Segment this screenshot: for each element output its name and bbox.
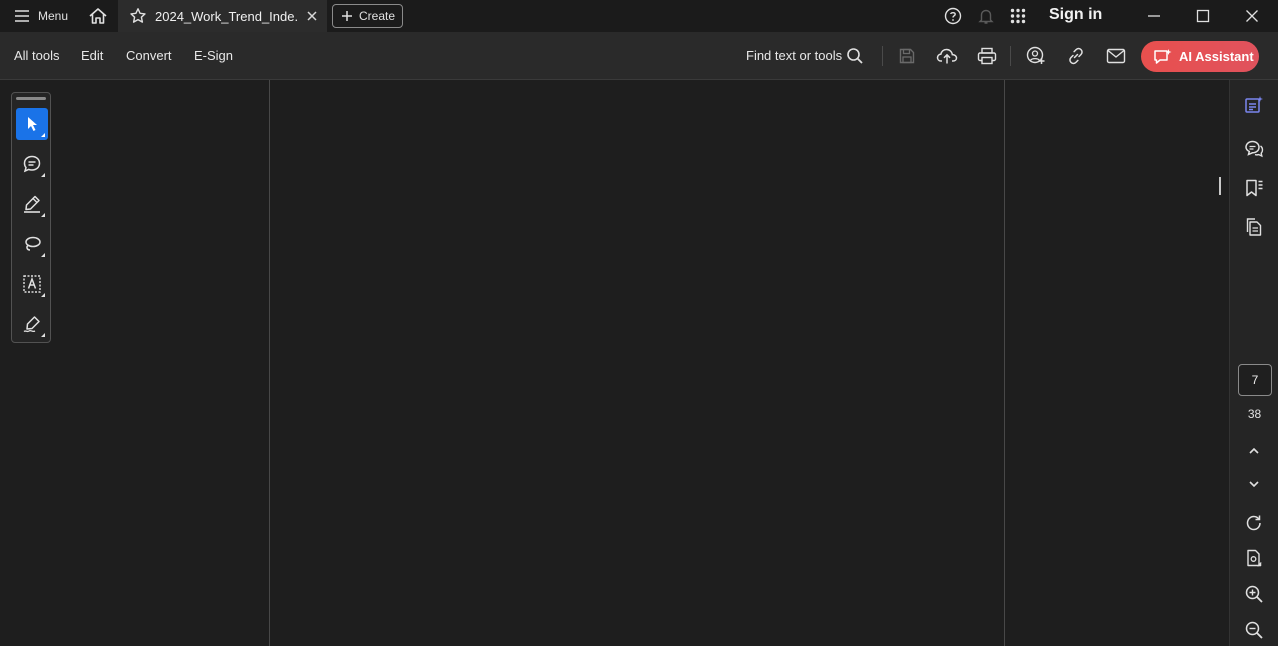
title-bar: Menu 2024_Work_Trend_Inde... Create Sign…: [0, 0, 1278, 32]
page-right-edge: [1004, 80, 1005, 646]
palette-drag-handle[interactable]: [16, 97, 46, 100]
sign-tool-button[interactable]: [16, 308, 48, 340]
bell-icon[interactable]: [976, 6, 996, 26]
hamburger-icon: [14, 9, 30, 23]
comment-icon: [22, 154, 42, 174]
menu-label: Menu: [38, 9, 69, 23]
ai-assistant-label: AI Assistant: [1179, 49, 1254, 64]
tab-title: 2024_Work_Trend_Inde...: [155, 8, 297, 24]
share-user-icon[interactable]: [1025, 45, 1047, 67]
page-number-input[interactable]: 7: [1238, 364, 1272, 396]
mail-icon[interactable]: [1105, 45, 1127, 67]
lasso-icon: [22, 234, 42, 254]
esign-menu[interactable]: E-Sign: [194, 48, 233, 63]
ai-sparkle-icon: [1153, 48, 1173, 66]
window-close-icon[interactable]: [1242, 6, 1262, 26]
toolbar-divider: [882, 46, 883, 66]
lasso-tool-button[interactable]: [16, 228, 48, 260]
bookmarks-icon[interactable]: [1243, 177, 1265, 199]
page-settings-icon[interactable]: [1243, 547, 1265, 569]
right-rail: 7 38: [1229, 80, 1278, 646]
ai-assistant-button[interactable]: AI Assistant: [1141, 41, 1259, 72]
comments-panel-icon[interactable]: [1243, 138, 1265, 160]
help-icon[interactable]: [943, 6, 963, 26]
all-tools-menu[interactable]: All tools: [14, 48, 60, 63]
highlight-pen-icon: [22, 194, 42, 214]
highlight-tool-button[interactable]: [16, 188, 48, 220]
page-total: 38: [1247, 407, 1262, 421]
document-viewport[interactable]: [0, 80, 1229, 646]
sign-in-button[interactable]: Sign in: [1049, 6, 1102, 24]
chevron-up-icon[interactable]: [1243, 440, 1265, 462]
zoom-out-icon[interactable]: [1243, 619, 1265, 641]
minimize-icon[interactable]: [1144, 6, 1164, 26]
pages-icon[interactable]: [1243, 216, 1265, 238]
print-icon[interactable]: [976, 45, 998, 67]
save-icon[interactable]: [896, 45, 918, 67]
plus-icon: [341, 10, 353, 22]
sign-pen-icon: [22, 314, 42, 334]
apps-grid-icon[interactable]: [1008, 6, 1028, 26]
upload-icon[interactable]: [936, 45, 958, 67]
link-icon[interactable]: [1065, 45, 1087, 67]
menu-button[interactable]: Menu: [8, 3, 74, 29]
convert-menu[interactable]: Convert: [126, 48, 172, 63]
create-label: Create: [359, 9, 396, 23]
find-text-label[interactable]: Find text or tools: [746, 48, 842, 63]
edit-panel-icon[interactable]: [1243, 94, 1265, 116]
tool-palette: [11, 92, 51, 343]
toolbar-divider: [1010, 46, 1011, 66]
select-tool-button[interactable]: [16, 108, 48, 140]
home-button[interactable]: [86, 4, 110, 28]
edit-menu[interactable]: Edit: [81, 48, 103, 63]
create-button[interactable]: Create: [332, 4, 403, 28]
comment-tool-button[interactable]: [16, 148, 48, 180]
close-icon[interactable]: [305, 9, 319, 23]
text-select-icon: [22, 274, 42, 294]
refresh-icon[interactable]: [1243, 512, 1265, 534]
star-icon[interactable]: [129, 7, 147, 25]
chevron-down-icon[interactable]: [1243, 473, 1265, 495]
main-toolbar: All tools Edit Convert E-Sign Find text …: [0, 32, 1278, 80]
document-tab[interactable]: 2024_Work_Trend_Inde...: [118, 0, 327, 32]
maximize-icon[interactable]: [1193, 6, 1213, 26]
cursor-icon: [24, 115, 40, 133]
text-select-tool-button[interactable]: [16, 268, 48, 300]
scrollbar-thumb[interactable]: [1219, 177, 1221, 195]
search-icon[interactable]: [844, 45, 866, 67]
home-icon: [88, 7, 108, 25]
page-left-edge: [269, 80, 270, 646]
zoom-in-icon[interactable]: [1243, 583, 1265, 605]
